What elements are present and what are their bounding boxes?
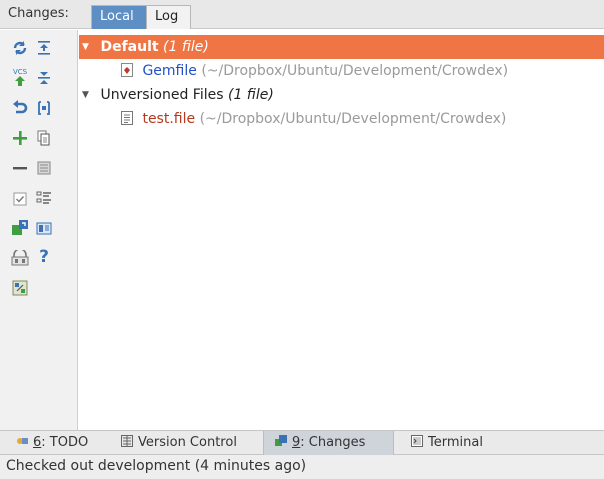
remove-changelist-icon[interactable]: [10, 158, 30, 178]
checkbox-icon[interactable]: [10, 189, 30, 209]
tab-log[interactable]: Log: [146, 5, 191, 29]
expanded-arrow-icon[interactable]: ▼: [82, 35, 94, 59]
terminal-icon: [411, 435, 423, 447]
tool-button-version-control[interactable]: Version Control: [121, 431, 237, 455]
version-control-icon: [121, 435, 133, 447]
expanded-arrow-icon[interactable]: ▼: [82, 83, 94, 107]
todo-label: : TODO: [41, 435, 89, 450]
tool-window-bar: 6: TODO Version Control 9: Changes Termi…: [0, 430, 604, 455]
changes-icon: [275, 435, 287, 446]
group-icon[interactable]: [34, 158, 54, 178]
ruby-file-icon: [121, 63, 133, 77]
preview-icon[interactable]: [34, 218, 54, 238]
collapse-all-icon[interactable]: [34, 68, 54, 88]
vcs-commit-icon[interactable]: VCS: [10, 67, 30, 87]
changelist-name: Default: [100, 39, 159, 55]
changes-label: : Changes: [300, 435, 366, 450]
changes-tab-bar: Changes: Local Log: [0, 0, 604, 29]
changes-caption: Changes:: [8, 6, 69, 21]
changes-toolbar: VCS ?: [0, 30, 78, 430]
tool-button-todo[interactable]: 6: TODO: [16, 431, 88, 455]
changelist-unversioned[interactable]: ▼ Unversioned Files (1 file): [79, 83, 274, 107]
tool-button-terminal[interactable]: Terminal: [411, 431, 483, 455]
refresh-icon[interactable]: [10, 38, 30, 58]
move-icon[interactable]: [10, 218, 30, 238]
text-file-icon: [121, 111, 133, 125]
rollback-icon[interactable]: [10, 98, 30, 118]
shelve-icon[interactable]: [34, 98, 54, 118]
changelist-count: (1 file): [227, 87, 274, 103]
tool-button-changes[interactable]: 9: Changes: [263, 431, 394, 455]
todo-icon: [17, 438, 28, 444]
help-icon[interactable]: ?: [34, 247, 54, 267]
changelist-count: (1 file): [163, 39, 209, 55]
status-text: Checked out development (4 minutes ago): [6, 458, 307, 474]
show-diff-icon[interactable]: [34, 188, 54, 208]
file-row-gemfile[interactable]: Gemfile (~/Dropbox/Ubuntu/Development/Cr…: [121, 59, 508, 83]
expand-all-icon[interactable]: [34, 38, 54, 58]
file-path: (~/Dropbox/Ubuntu/Development/Crowdex): [201, 63, 509, 79]
copy-icon[interactable]: [34, 128, 54, 148]
new-changelist-icon[interactable]: [10, 128, 30, 148]
status-bar: Checked out development (4 minutes ago): [0, 455, 604, 479]
version-control-label: Version Control: [138, 435, 237, 450]
terminal-label: Terminal: [428, 435, 483, 450]
tab-local[interactable]: Local: [91, 5, 147, 29]
lock-icon[interactable]: [10, 248, 30, 268]
file-path: (~/Dropbox/Ubuntu/Development/Crowdex): [199, 111, 507, 127]
settings-icon[interactable]: [10, 278, 30, 298]
svg-text:VCS: VCS: [13, 68, 28, 76]
file-name: test.file: [142, 111, 196, 127]
changes-tree: ▼ Default (1 file) Gemfile (~/Dropbox/Ub…: [79, 30, 604, 430]
file-row-test-file[interactable]: test.file (~/Dropbox/Ubuntu/Development/…: [121, 107, 506, 131]
changelist-name: Unversioned Files: [100, 87, 224, 103]
changelist-default[interactable]: ▼ Default (1 file): [79, 35, 604, 59]
file-name: Gemfile: [142, 63, 197, 79]
